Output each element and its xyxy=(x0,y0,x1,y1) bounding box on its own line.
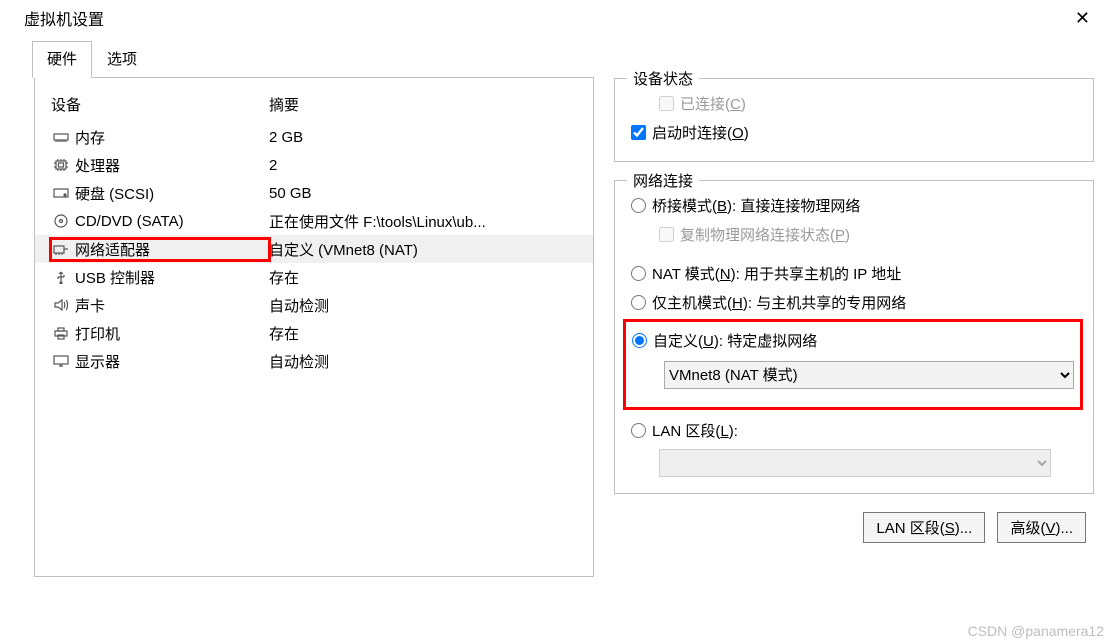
nic-icon xyxy=(51,242,71,256)
printer-icon xyxy=(51,326,71,340)
custom-highlight: 自定义(U): 特定虚拟网络 VMnet8 (NAT 模式) xyxy=(623,319,1083,410)
sound-icon xyxy=(51,298,71,312)
device-summary: 正在使用文件 F:\tools\Linux\ub... xyxy=(269,211,577,232)
device-summary: 2 xyxy=(269,157,577,174)
bridged-radio-row[interactable]: 桥接模式(B): 直接连接物理网络 xyxy=(631,191,1077,220)
device-summary: 自动检测 xyxy=(269,295,577,316)
device-row-disk[interactable]: 硬盘 (SCSI)50 GB xyxy=(35,179,593,207)
bridged-label: 桥接模式(B): 直接连接物理网络 xyxy=(652,195,860,216)
lan-label: LAN 区段(L): xyxy=(652,420,738,441)
disk-icon xyxy=(51,186,71,200)
cpu-icon xyxy=(51,158,71,172)
device-list-panel: 设备 摘要 内存2 GB处理器2硬盘 (SCSI)50 GBCD/DVD (SA… xyxy=(34,77,594,577)
bridged-radio[interactable] xyxy=(631,198,646,213)
device-row-display[interactable]: 显示器自动检测 xyxy=(35,347,593,375)
connect-on-power-checkbox[interactable] xyxy=(631,125,646,140)
display-icon xyxy=(51,354,71,368)
usb-icon xyxy=(51,270,71,284)
custom-label: 自定义(U): 特定虚拟网络 xyxy=(653,330,817,351)
close-icon[interactable]: ✕ xyxy=(1069,8,1096,29)
custom-vnet-select[interactable]: VMnet8 (NAT 模式) xyxy=(664,361,1074,389)
lan-radio-row[interactable]: LAN 区段(L): xyxy=(631,416,1077,445)
connected-checkbox-row: 已连接(C) xyxy=(659,89,1077,118)
device-row-usb[interactable]: USB 控制器存在 xyxy=(35,263,593,291)
network-connection-legend: 网络连接 xyxy=(627,170,699,191)
connect-on-power-label: 启动时连接(O) xyxy=(652,122,749,143)
network-connection-group: 网络连接 桥接模式(B): 直接连接物理网络 复制物理网络连接状态(P) NAT… xyxy=(614,180,1094,494)
device-summary: 存在 xyxy=(269,267,577,288)
col-device: 设备 xyxy=(51,94,269,115)
device-name: CD/DVD (SATA) xyxy=(71,213,269,230)
device-row-cpu[interactable]: 处理器2 xyxy=(35,151,593,179)
hostonly-radio[interactable] xyxy=(631,295,646,310)
device-row-nic[interactable]: 网络适配器自定义 (VMnet8 (NAT) xyxy=(35,235,593,263)
nat-label: NAT 模式(N): 用于共享主机的 IP 地址 xyxy=(652,263,901,284)
device-status-legend: 设备状态 xyxy=(627,68,699,89)
cd-icon xyxy=(51,214,71,228)
device-name: 硬盘 (SCSI) xyxy=(71,183,269,204)
connected-label: 已连接(C) xyxy=(680,93,746,114)
window-title: 虚拟机设置 xyxy=(24,6,104,30)
custom-radio[interactable] xyxy=(632,333,647,348)
device-name: USB 控制器 xyxy=(71,267,269,288)
device-name: 网络适配器 xyxy=(71,239,269,260)
hostonly-radio-row[interactable]: 仅主机模式(H): 与主机共享的专用网络 xyxy=(631,288,1077,317)
device-name: 处理器 xyxy=(71,155,269,176)
tab-hardware[interactable]: 硬件 xyxy=(32,41,92,78)
device-status-group: 设备状态 已连接(C) 启动时连接(O) xyxy=(614,78,1094,162)
replicate-label: 复制物理网络连接状态(P) xyxy=(680,224,850,245)
replicate-checkbox xyxy=(659,227,674,242)
connected-checkbox xyxy=(659,96,674,111)
lan-radio[interactable] xyxy=(631,423,646,438)
watermark: CSDN @panamera12 xyxy=(968,623,1104,639)
device-name: 内存 xyxy=(71,127,269,148)
device-summary: 2 GB xyxy=(269,129,577,146)
device-summary: 自动检测 xyxy=(269,351,577,372)
lan-segments-button[interactable]: LAN 区段(S)... xyxy=(863,512,985,543)
device-row-sound[interactable]: 声卡自动检测 xyxy=(35,291,593,319)
device-name: 声卡 xyxy=(71,295,269,316)
lan-segment-select xyxy=(659,449,1051,477)
device-row-printer[interactable]: 打印机存在 xyxy=(35,319,593,347)
tab-bar: 硬件 选项 xyxy=(32,40,594,78)
memory-icon xyxy=(51,130,71,144)
device-name: 显示器 xyxy=(71,351,269,372)
device-summary: 50 GB xyxy=(269,185,577,202)
nat-radio-row[interactable]: NAT 模式(N): 用于共享主机的 IP 地址 xyxy=(631,259,1077,288)
device-summary: 存在 xyxy=(269,323,577,344)
connect-on-power-row[interactable]: 启动时连接(O) xyxy=(631,118,1077,147)
device-name: 打印机 xyxy=(71,323,269,344)
device-summary: 自定义 (VMnet8 (NAT) xyxy=(269,239,577,260)
device-row-cd[interactable]: CD/DVD (SATA)正在使用文件 F:\tools\Linux\ub... xyxy=(35,207,593,235)
tab-options[interactable]: 选项 xyxy=(92,41,152,78)
custom-radio-row[interactable]: 自定义(U): 特定虚拟网络 xyxy=(632,326,1074,355)
hostonly-label: 仅主机模式(H): 与主机共享的专用网络 xyxy=(652,292,906,313)
replicate-row: 复制物理网络连接状态(P) xyxy=(659,220,1077,249)
col-summary: 摘要 xyxy=(269,94,299,115)
device-row-memory[interactable]: 内存2 GB xyxy=(35,123,593,151)
nat-radio[interactable] xyxy=(631,266,646,281)
advanced-button[interactable]: 高级(V)... xyxy=(997,512,1086,543)
